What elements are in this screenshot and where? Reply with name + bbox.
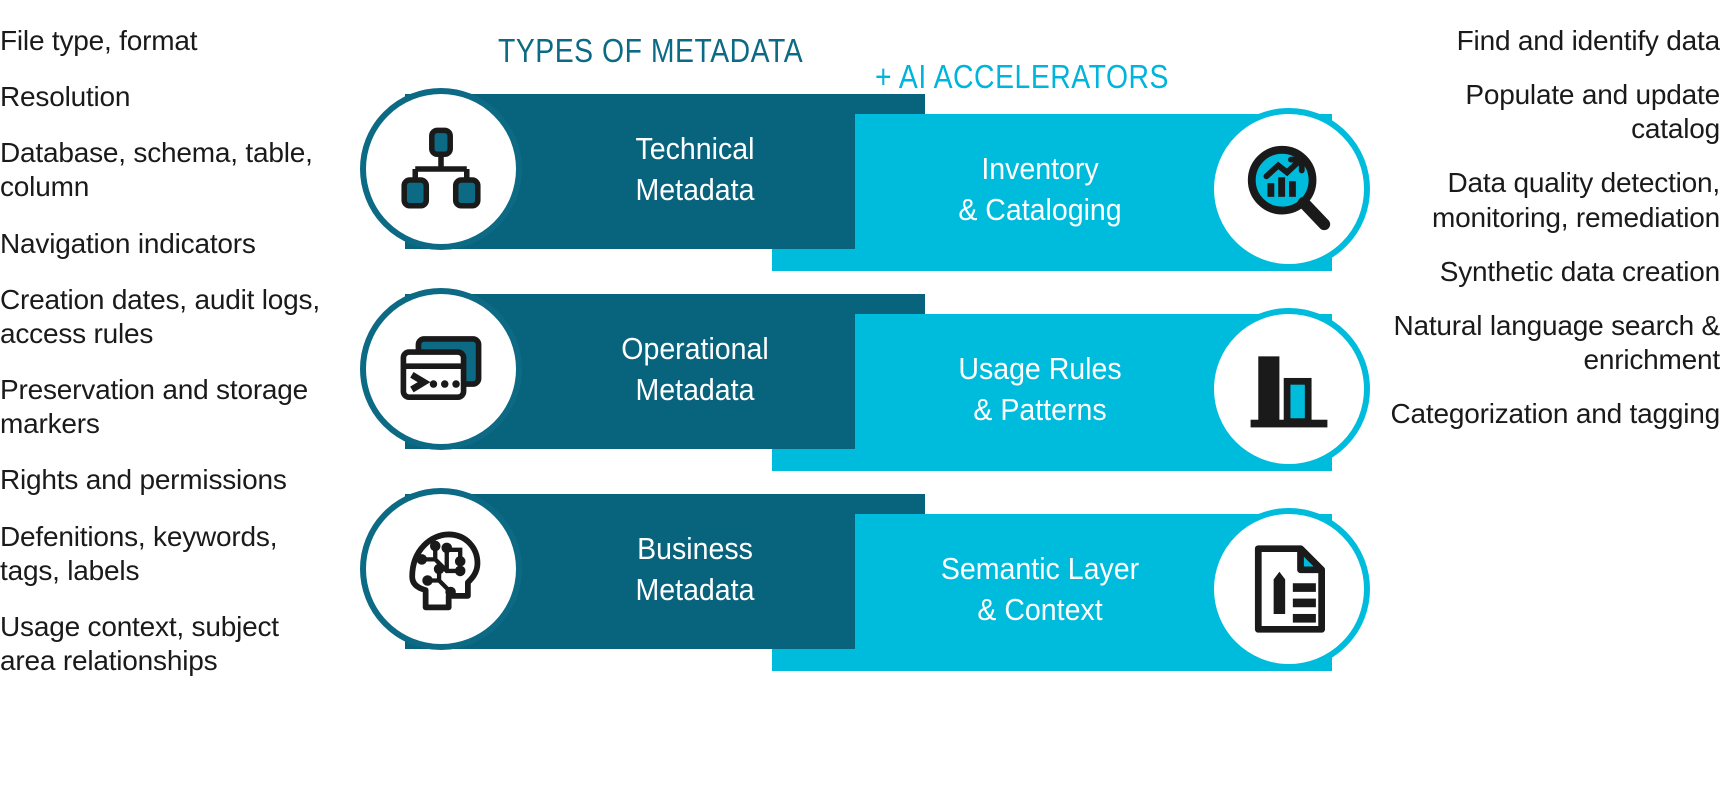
magnifier-bar-chart-icon — [1240, 140, 1338, 238]
accelerator-icon-circle — [1208, 508, 1370, 670]
diagram-row-business: Business Metadata Semantic Layer & Conte… — [0, 488, 1720, 688]
document-edit-icon — [1241, 541, 1337, 637]
accelerator-bar-label: Inventory & Cataloging — [958, 151, 1122, 228]
metadata-bar-label: Business Metadata — [635, 531, 755, 608]
accelerator-bar-label: Semantic Layer & Context — [940, 551, 1140, 628]
hierarchy-tree-icon — [395, 123, 487, 215]
diagram-row-technical: Technical Metadata Inventory & Catalogin… — [0, 88, 1720, 288]
accelerator-icon-circle — [1208, 108, 1370, 270]
metadata-icon-circle — [360, 488, 522, 650]
metadata-bar-label: Technical Metadata — [635, 131, 755, 208]
bar-chart-icon — [1241, 341, 1337, 437]
terminal-console-icon — [394, 322, 488, 416]
metadata-bar-label: Operational Metadata — [621, 331, 769, 408]
metadata-accelerators-diagram: Technical Metadata Inventory & Catalogin… — [0, 0, 1720, 794]
diagram-row-operational: Operational Metadata Usage Rules & Patte… — [0, 288, 1720, 488]
ai-brain-head-icon — [393, 521, 489, 617]
accelerator-icon-circle — [1208, 308, 1370, 470]
metadata-icon-circle — [360, 288, 522, 450]
metadata-icon-circle — [360, 88, 522, 250]
accelerator-bar-label: Usage Rules & Patterns — [958, 351, 1122, 428]
